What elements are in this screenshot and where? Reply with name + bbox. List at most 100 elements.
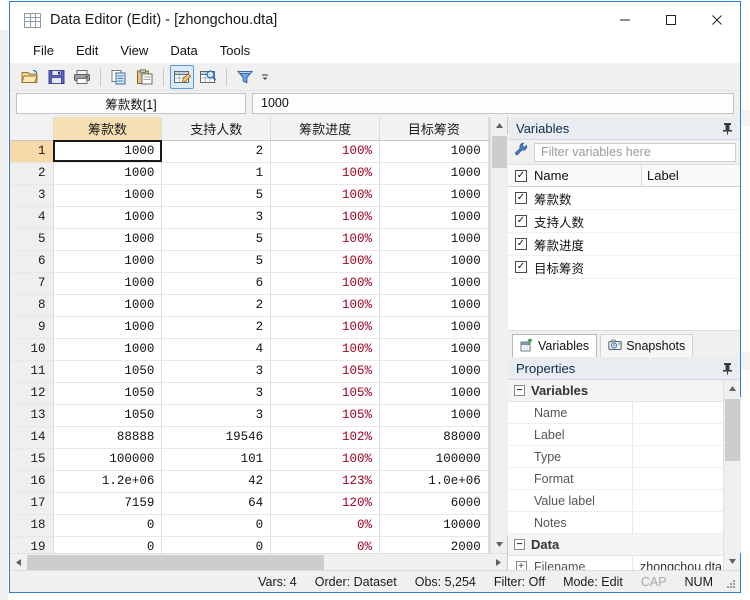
row-number[interactable]: 15 xyxy=(10,448,54,471)
cell-r15-c2[interactable]: 100% xyxy=(270,448,380,471)
variable-row[interactable]: ✓ 目标筹资 xyxy=(508,256,740,279)
property-row[interactable]: Name xyxy=(508,401,723,424)
cell-r12-c3[interactable]: 1000 xyxy=(379,382,489,405)
cell-r14-c1[interactable]: 19546 xyxy=(161,426,272,449)
cell-r11-c3[interactable]: 1000 xyxy=(379,360,489,383)
cell-r1-c2[interactable]: 100% xyxy=(270,140,380,163)
grid-vertical-scrollbar[interactable] xyxy=(490,117,508,553)
column-header-0[interactable]: 筹款数 xyxy=(53,117,163,141)
cell-r19-c1[interactable]: 0 xyxy=(161,536,272,553)
cell-r15-c3[interactable]: 100000 xyxy=(379,448,489,471)
row-number[interactable]: 4 xyxy=(10,206,54,229)
close-button[interactable] xyxy=(694,2,740,38)
scroll-left-arrow-icon[interactable] xyxy=(10,554,27,571)
cell-r8-c3[interactable]: 1000 xyxy=(379,294,489,317)
table-row[interactable]: 2 1000 1 100% 1000 xyxy=(10,162,490,185)
variable-checkbox[interactable]: ✓ xyxy=(508,192,534,204)
cell-r9-c2[interactable]: 100% xyxy=(270,316,380,339)
data-editor-edit-icon[interactable] xyxy=(170,64,194,89)
scroll-down-arrow-icon[interactable] xyxy=(491,536,508,553)
table-row[interactable]: 5 1000 5 100% 1000 xyxy=(10,228,490,251)
property-value[interactable] xyxy=(632,423,723,446)
table-row[interactable]: 11 1050 3 105% 1000 xyxy=(10,360,490,383)
variables-column-name[interactable]: Name xyxy=(534,164,642,187)
data-grid-scroll-area[interactable]: 筹款数 支持人数 筹款进度 目标筹资 1 1000 2 100% 1000 2 1000 1 1… xyxy=(10,117,490,553)
cell-r11-c0[interactable]: 1050 xyxy=(53,360,163,383)
cell-r14-c0[interactable]: 88888 xyxy=(53,426,163,449)
table-row[interactable]: 4 1000 3 100% 1000 xyxy=(10,206,490,229)
cell-r12-c1[interactable]: 3 xyxy=(161,382,272,405)
row-number[interactable]: 6 xyxy=(10,250,54,273)
cell-r18-c1[interactable]: 0 xyxy=(161,514,272,537)
paste-icon[interactable] xyxy=(133,65,157,89)
cell-r19-c2[interactable]: 0% xyxy=(270,536,380,553)
row-number[interactable]: 11 xyxy=(10,360,54,383)
cell-r13-c3[interactable]: 1000 xyxy=(379,404,489,427)
cell-r8-c0[interactable]: 1000 xyxy=(53,294,163,317)
row-number[interactable]: 19 xyxy=(10,536,54,553)
variable-row[interactable]: ✓ 筹款数 xyxy=(508,187,740,210)
cell-r12-c0[interactable]: 1050 xyxy=(53,382,163,405)
cell-r5-c3[interactable]: 1000 xyxy=(379,228,489,251)
minimize-button[interactable] xyxy=(602,2,648,38)
cell-r7-c3[interactable]: 1000 xyxy=(379,272,489,295)
scroll-right-arrow-icon[interactable] xyxy=(490,554,507,571)
table-row[interactable]: 9 1000 2 100% 1000 xyxy=(10,316,490,339)
row-number[interactable]: 13 xyxy=(10,404,54,427)
properties-vertical-scrollbar[interactable] xyxy=(723,380,741,570)
grid-vscroll-track[interactable] xyxy=(490,134,508,536)
cell-r9-c3[interactable]: 1000 xyxy=(379,316,489,339)
property-value[interactable] xyxy=(632,401,723,424)
row-number[interactable]: 5 xyxy=(10,228,54,251)
scroll-up-arrow-icon[interactable] xyxy=(724,380,741,397)
grid-vscroll-thumb[interactable] xyxy=(491,136,507,168)
table-row[interactable]: 13 1050 3 105% 1000 xyxy=(10,404,490,427)
filter-icon[interactable] xyxy=(233,65,257,89)
grid-horizontal-scrollbar[interactable] xyxy=(10,553,507,570)
table-row[interactable]: 19 0 0 0% 2000 xyxy=(10,536,490,553)
column-header-2[interactable]: 筹款进度 xyxy=(270,117,380,141)
cell-r7-c0[interactable]: 1000 xyxy=(53,272,163,295)
cell-r15-c0[interactable]: 100000 xyxy=(53,448,163,471)
cell-r1-c0[interactable]: 1000 xyxy=(53,140,163,163)
tab-variables[interactable]: Variables xyxy=(512,334,598,357)
cell-r3-c3[interactable]: 1000 xyxy=(379,184,489,207)
column-header-1[interactable]: 支持人数 xyxy=(161,117,272,141)
cell-r18-c0[interactable]: 0 xyxy=(53,514,163,537)
cell-r15-c1[interactable]: 101 xyxy=(161,448,272,471)
row-number[interactable]: 14 xyxy=(10,426,54,449)
title-bar[interactable]: Data Editor (Edit) - [zhongchou.dta] xyxy=(10,2,740,38)
pin-icon[interactable] xyxy=(720,360,734,376)
grid-hscroll-track[interactable] xyxy=(27,554,490,570)
cell-r5-c1[interactable]: 5 xyxy=(161,228,272,251)
row-number[interactable]: 3 xyxy=(10,184,54,207)
print-icon[interactable] xyxy=(70,65,94,89)
cell-r5-c2[interactable]: 100% xyxy=(270,228,380,251)
cell-r12-c2[interactable]: 105% xyxy=(270,382,380,405)
cell-r14-c3[interactable]: 88000 xyxy=(379,426,489,449)
table-row[interactable]: 7 1000 6 100% 1000 xyxy=(10,272,490,295)
variable-row[interactable]: ✓ 支持人数 xyxy=(508,210,740,233)
cell-r6-c2[interactable]: 100% xyxy=(270,250,380,273)
menu-data[interactable]: Data xyxy=(159,40,208,61)
cell-r13-c1[interactable]: 3 xyxy=(161,404,272,427)
table-row[interactable]: 8 1000 2 100% 1000 xyxy=(10,294,490,317)
row-number[interactable]: 9 xyxy=(10,316,54,339)
cell-r11-c2[interactable]: 105% xyxy=(270,360,380,383)
row-number[interactable]: 1 xyxy=(10,140,54,163)
cell-r8-c2[interactable]: 100% xyxy=(270,294,380,317)
scroll-up-arrow-icon[interactable] xyxy=(491,117,508,134)
cell-r19-c3[interactable]: 2000 xyxy=(379,536,489,553)
cell-r2-c3[interactable]: 1000 xyxy=(379,162,489,185)
table-row[interactable]: 12 1050 3 105% 1000 xyxy=(10,382,490,405)
property-row[interactable]: Notes xyxy=(508,511,723,534)
cell-r17-c2[interactable]: 120% xyxy=(270,492,380,515)
property-value[interactable] xyxy=(632,489,723,512)
property-value[interactable] xyxy=(632,467,723,490)
collapse-icon[interactable]: − xyxy=(514,385,525,396)
variable-row[interactable]: ✓ 筹款进度 xyxy=(508,233,740,256)
property-value[interactable] xyxy=(632,445,723,468)
data-editor-browse-icon[interactable] xyxy=(196,65,220,89)
row-number[interactable]: 18 xyxy=(10,514,54,537)
menu-view[interactable]: View xyxy=(109,40,159,61)
